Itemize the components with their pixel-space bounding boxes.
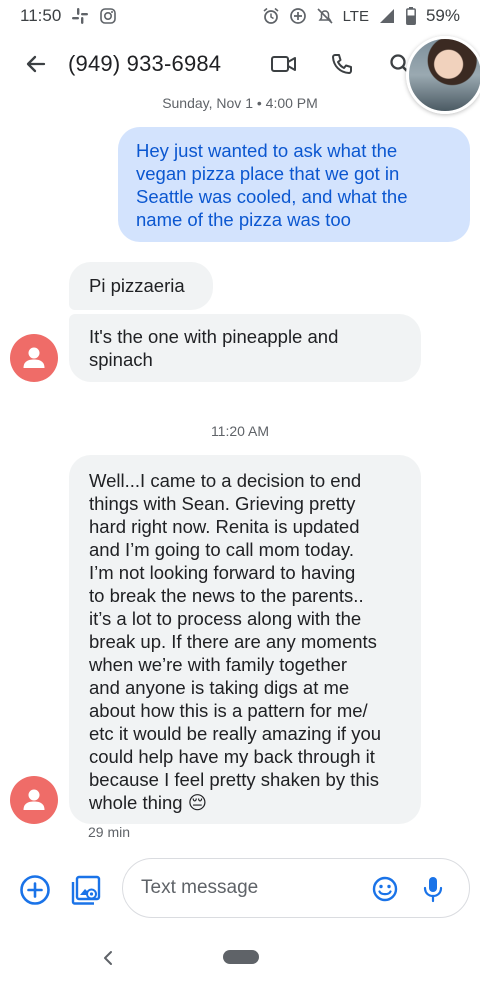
message-line: when we’re with family together [89,654,348,675]
message-relative-time: 29 min [88,824,131,840]
microphone-icon [423,877,443,903]
message-input[interactable] [141,873,361,903]
contact-name[interactable]: (949) 933-6984 [68,51,221,77]
signal-icon [378,7,396,25]
incoming-message-text: Pi pizzaeria [89,275,185,296]
home-gesture-pill[interactable] [223,950,259,964]
do-not-disturb-off-icon [316,7,334,25]
message-line: whole thing 😔 [89,791,401,815]
incoming-message-text: It's the one with pineapple and spinach [89,326,339,370]
add-attachment-button[interactable] [17,872,53,908]
outgoing-message-bubble[interactable]: Hey just wanted to ask what the vegan pi… [118,127,470,242]
slack-icon [71,7,89,25]
chevron-left-icon [104,951,112,965]
message-line: it’s a lot to process along with the [89,608,362,629]
message-line: I’m not looking forward to having [89,562,356,583]
add-circle-icon [20,875,50,905]
message-line: and anyone is taking digs at me [89,677,350,698]
message-line: because I feel pretty shaken by this [89,769,380,790]
phone-call-button[interactable] [322,44,362,84]
phone-icon [332,54,352,74]
gallery-icon [71,875,101,905]
emoji-button[interactable] [369,873,401,905]
message-line: Well...I came to a decision to end [89,470,362,491]
data-saver-icon [289,7,307,25]
compose-bar [0,856,480,920]
person-icon [23,347,45,368]
message-line: could help have my back through it [89,746,375,767]
message-line: and I’m going to call mom today. [89,539,354,560]
message-line: break up. If there are any moments [89,631,377,652]
contact-avatar[interactable] [10,334,58,382]
video-call-icon [271,56,296,72]
message-line: etc it would be really amazing if you [89,723,382,744]
message-line-text: whole thing [89,792,183,813]
gallery-button[interactable] [68,872,104,908]
back-button[interactable] [18,46,54,82]
video-call-button[interactable] [264,44,304,84]
battery-percent: 59% [425,6,460,25]
network-type: LTE [342,7,369,25]
status-bar: 11:50 LTE 59% [0,0,480,32]
incoming-message-bubble[interactable]: Pi pizzaeria [69,262,213,310]
message-line: to break the news to the parents.. [89,585,364,606]
battery-icon [405,7,417,25]
date-stamp: Sunday, Nov 1 • 4:00 PM [162,95,318,111]
message-line: hard right now. Renita is updated [89,516,360,537]
status-right: LTE 59% [262,6,460,26]
message-line: about how this is a pattern for me/ [89,700,368,721]
system-back-button[interactable] [98,946,118,970]
instagram-icon [99,7,117,25]
person-icon [23,789,45,810]
incoming-message-bubble[interactable]: Well...I came to a decision to end thing… [69,455,421,824]
arrow-back-icon [26,55,46,73]
alarm-icon [262,7,280,25]
time-stamp: 11:20 AM [210,423,270,439]
message-text-field[interactable] [122,858,470,918]
status-left: 11:50 [20,6,117,26]
message-line: things with Sean. Grieving pretty [89,493,356,514]
emoji-icon [372,876,398,902]
status-time: 11:50 [20,6,62,25]
voice-input-button[interactable] [417,873,449,905]
contact-avatar[interactable] [10,776,58,824]
incoming-message-bubble[interactable]: It's the one with pineapple and spinach [69,314,421,382]
pensive-face-emoji: 😔 [187,793,208,814]
outgoing-message-text: Hey just wanted to ask what the vegan pi… [136,140,408,230]
